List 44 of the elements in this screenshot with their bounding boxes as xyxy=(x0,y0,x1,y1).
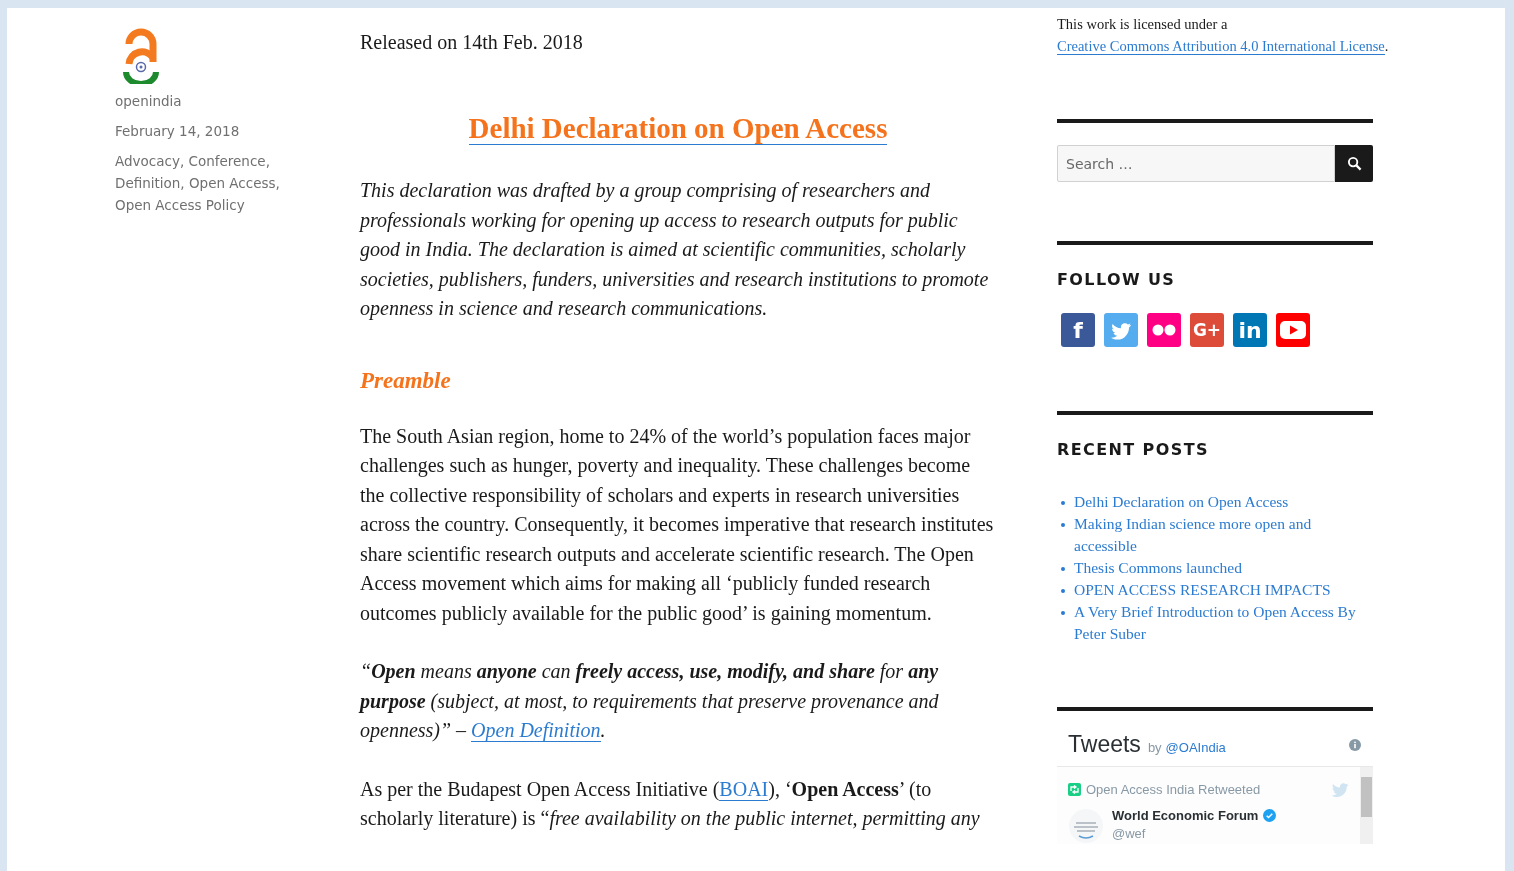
info-icon[interactable] xyxy=(1349,738,1361,751)
widget-title: Tweets xyxy=(1068,731,1141,758)
bullet-icon xyxy=(1061,501,1065,505)
recent-post-link[interactable]: Delhi Declaration on Open Access xyxy=(1074,491,1289,513)
recent-post-link[interactable]: Making Indian science more open and accessible xyxy=(1074,513,1373,557)
paragraph: The South Asian region, home to 24% of the world’s population faces major challenges such as hunger, poverty and inequality. These challenges become the collective responsibility of scholars and experts in research universities across the country. Consequently, it becomes imperative that research institutes share scientific research outputs and accelerate scientific research. The Open Access movement which aims for making all ‘publicly funded research outcomes publicly available for the public good’ is gaining momentum. xyxy=(360,423,995,627)
twitter-icon[interactable] xyxy=(1104,313,1138,347)
search-icon xyxy=(1346,156,1362,171)
bullet-icon xyxy=(1061,523,1065,527)
tweet-handle: @wef xyxy=(1112,826,1147,841)
post-date[interactable]: February 14, 2018 xyxy=(115,120,315,142)
facebook-icon[interactable]: f xyxy=(1061,313,1095,347)
bullet-icon xyxy=(1061,567,1065,571)
handle-link[interactable]: @OAIndia xyxy=(1165,740,1226,755)
article-title-link[interactable]: Delhi Declaration on Open Access xyxy=(468,112,888,145)
flickr-icon[interactable] xyxy=(1147,313,1181,347)
bullet-icon xyxy=(1061,589,1065,593)
post-categories[interactable]: Advocacy, Conference, Definition, Open Access, Open Access Policy xyxy=(115,150,315,216)
tweet-author[interactable]: World Economic Forum xyxy=(1112,808,1259,823)
quotation: “Open means anyone can freely access, use, modify, and share for any purpose (subject, at most, to requirements that preserve provenance and openness)” – Open Definition. xyxy=(360,659,940,744)
link[interactable]: Creative Commons Attribution 4.0 International License xyxy=(1057,38,1385,55)
recent-post-link[interactable]: Thesis Commons launched xyxy=(1074,557,1242,579)
byline: by xyxy=(1147,740,1162,755)
googleplus-icon[interactable]: G+ xyxy=(1190,313,1224,347)
search-button[interactable] xyxy=(1335,145,1373,182)
bullet-icon xyxy=(1061,611,1065,615)
youtube-icon[interactable] xyxy=(1276,313,1310,347)
search-field[interactable]: Search … xyxy=(1057,145,1335,182)
paragraph: This declaration was drafted by a group comprising of researchers and professionals working for opening up access to research outputs for public good in India. The declaration is aimed at scientific communities, scholarly societies, publishers, funders, universities and research institutions to promote openness in science and research communications. xyxy=(360,178,990,322)
paragraph: As per the Budapest Open Access Initiative (BOAI), ‘Open Access’ (to scholarly literature) is “free availability on the public internet, permitting any xyxy=(360,776,981,832)
retweet-icon xyxy=(1068,782,1081,796)
widget-heading: FOLLOW US xyxy=(1057,269,1177,291)
recent-post-link[interactable]: OPEN ACCESS RESEARCH IMPACTS xyxy=(1074,579,1331,601)
retweet-note: Open Access India Retweeted xyxy=(1086,781,1261,797)
license-note: This work is licensed under a Creative Commons Attribution 4.0 International License. xyxy=(1057,15,1390,57)
release-note: Released on 14th Feb. 2018 xyxy=(360,30,584,55)
section-heading: Preamble xyxy=(360,366,452,395)
author-name[interactable]: openindia xyxy=(115,90,315,112)
widget-heading: RECENT POSTS xyxy=(1057,439,1210,461)
link[interactable]: Open Definition xyxy=(471,719,601,742)
linkedin-icon[interactable]: in xyxy=(1233,313,1267,347)
recent-post-link[interactable]: A Very Brief Introduction to Open Access By Peter Suber xyxy=(1074,601,1373,645)
link[interactable]: BOAI xyxy=(719,777,769,801)
scrollbar[interactable] xyxy=(1360,767,1373,844)
